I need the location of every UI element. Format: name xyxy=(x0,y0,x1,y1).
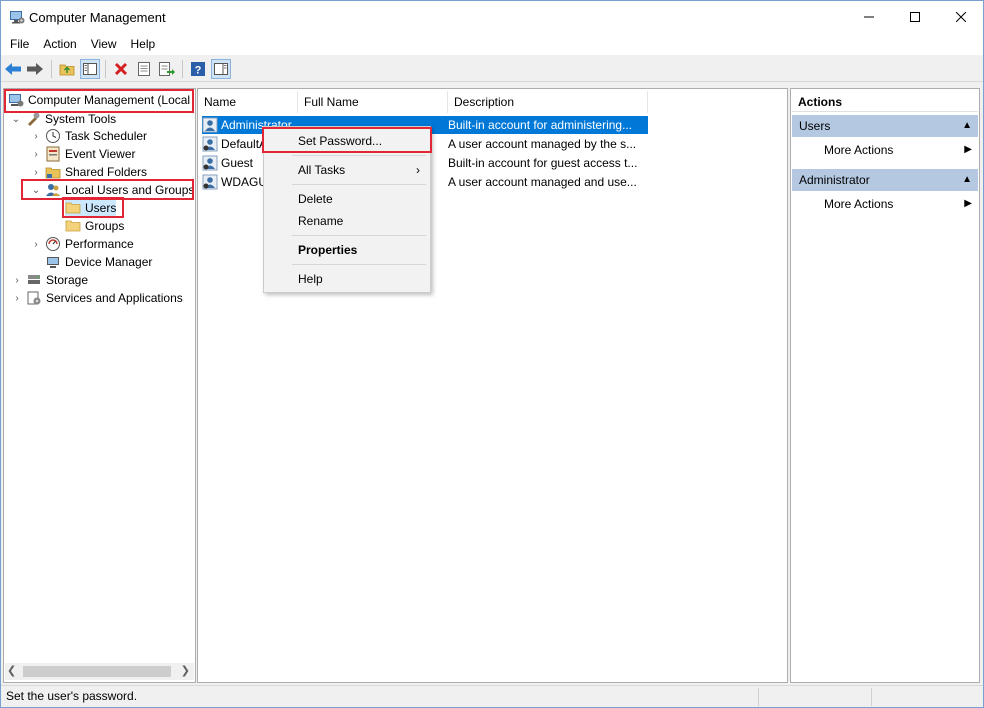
computer-management-window: Computer Management File Action View Hel… xyxy=(0,0,984,708)
scroll-right-icon[interactable]: ❯ xyxy=(181,664,190,677)
tree-label: System Tools xyxy=(45,112,117,126)
export-list-icon[interactable] xyxy=(157,59,177,79)
menu-file[interactable]: File xyxy=(3,33,36,55)
tree-item-task-scheduler[interactable]: › Task Scheduler xyxy=(30,127,147,145)
menu-bar: File Action View Help xyxy=(1,33,983,55)
tree-item-device-manager[interactable]: Device Manager xyxy=(45,253,152,271)
tree-item-services-applications[interactable]: › Services and Applications xyxy=(11,289,183,307)
forward-arrow-icon[interactable] xyxy=(25,59,45,79)
expand-chevron-icon[interactable]: › xyxy=(11,292,23,304)
collapse-caret-icon[interactable]: ▲ xyxy=(962,115,972,137)
tree-item-groups[interactable]: Groups xyxy=(65,217,124,235)
scroll-left-icon[interactable]: ❮ xyxy=(7,664,16,677)
tools-icon xyxy=(28,112,40,126)
collapse-chevron-icon[interactable]: ⌄ xyxy=(10,113,22,125)
collapse-caret-icon[interactable]: ▲ xyxy=(962,169,972,191)
actions-section-users[interactable]: Users ▲ xyxy=(792,115,978,137)
user-icon xyxy=(202,155,218,171)
event-viewer-icon xyxy=(46,146,60,162)
expand-chevron-icon[interactable]: › xyxy=(11,274,23,286)
context-menu-rename[interactable]: Rename xyxy=(264,210,430,232)
tree-label: Groups xyxy=(85,219,125,233)
expand-chevron-icon[interactable]: › xyxy=(30,130,42,142)
highlight-box-computer-management xyxy=(4,89,194,113)
properties-icon[interactable] xyxy=(134,59,154,79)
tree-label: Device Manager xyxy=(65,255,153,269)
column-header-description[interactable]: Description xyxy=(448,91,648,113)
context-menu-help[interactable]: Help xyxy=(264,268,430,290)
tree-label: Shared Folders xyxy=(65,165,148,179)
column-header-name[interactable]: Name xyxy=(198,91,298,113)
services-icon xyxy=(27,291,41,305)
performance-icon xyxy=(46,237,60,251)
computer-management-icon xyxy=(10,11,25,24)
menu-help[interactable]: Help xyxy=(124,33,163,55)
storage-icon xyxy=(28,275,40,284)
actions-header: Actions xyxy=(792,92,978,112)
window-title: Computer Management xyxy=(29,10,166,25)
expand-chevron-icon[interactable]: › xyxy=(30,238,42,250)
submenu-arrow-icon: › xyxy=(416,163,420,177)
up-folder-icon[interactable] xyxy=(57,59,77,79)
tree-horizontal-scrollbar[interactable]: ❮ ❯ xyxy=(5,663,194,680)
show-hide-action-pane-icon[interactable] xyxy=(211,59,231,79)
submenu-arrow-icon: ▶ xyxy=(964,144,972,155)
actions-pane: Actions Users ▲ More Actions ▶ Administr… xyxy=(790,88,980,683)
tree-label: Event Viewer xyxy=(65,147,136,161)
expand-chevron-icon[interactable]: › xyxy=(30,166,42,178)
tree-item-event-viewer[interactable]: › Event Viewer xyxy=(30,145,135,163)
list-header: Name Full Name Description xyxy=(198,91,648,113)
folder-icon xyxy=(65,220,81,232)
title-bar: Computer Management xyxy=(1,1,983,33)
user-icon xyxy=(202,136,218,152)
user-icon xyxy=(202,174,218,190)
user-icon xyxy=(202,117,218,133)
help-icon[interactable]: ? xyxy=(188,59,208,79)
status-text: Set the user's password. xyxy=(6,689,138,703)
actions-section-administrator[interactable]: Administrator ▲ xyxy=(792,169,978,191)
back-arrow-icon[interactable] xyxy=(3,59,23,79)
context-menu-properties[interactable]: Properties xyxy=(264,239,430,261)
submenu-arrow-icon: ▶ xyxy=(964,198,972,209)
tree-label: Storage xyxy=(46,273,89,287)
minimize-button[interactable] xyxy=(846,1,892,33)
toolbar: ? xyxy=(1,56,983,82)
shared-folder-icon xyxy=(45,167,61,179)
close-button[interactable] xyxy=(938,1,984,33)
console-tree-pane: Computer Management (Local ⌄ System Tool… xyxy=(3,88,196,683)
scrollbar-thumb[interactable] xyxy=(23,666,171,677)
maximize-button[interactable] xyxy=(892,1,938,33)
menu-action[interactable]: Action xyxy=(36,33,83,55)
tree-item-storage[interactable]: › Storage xyxy=(11,271,88,289)
highlight-box-users xyxy=(62,197,124,218)
actions-more-actions-administrator[interactable]: More Actions ▶ xyxy=(792,193,978,215)
status-bar: Set the user's password. xyxy=(1,685,983,707)
clock-icon xyxy=(46,129,60,143)
context-menu-delete[interactable]: Delete xyxy=(264,188,430,210)
tree-label: Task Scheduler xyxy=(65,129,148,143)
svg-text:?: ? xyxy=(195,65,202,77)
delete-icon[interactable] xyxy=(111,59,131,79)
device-manager-icon xyxy=(47,257,59,268)
highlight-box-set-password xyxy=(262,127,432,153)
menu-view[interactable]: View xyxy=(84,33,124,55)
tree-label: Performance xyxy=(65,237,134,251)
tree-item-performance[interactable]: › Performance xyxy=(30,235,134,253)
context-menu-all-tasks[interactable]: All Tasks › xyxy=(264,159,430,181)
column-header-full-name[interactable]: Full Name xyxy=(298,91,448,113)
show-hide-tree-icon[interactable] xyxy=(80,59,100,79)
expand-chevron-icon[interactable]: › xyxy=(30,148,42,160)
tree-label: Services and Applications xyxy=(46,291,183,305)
actions-more-actions-users[interactable]: More Actions ▶ xyxy=(792,139,978,161)
